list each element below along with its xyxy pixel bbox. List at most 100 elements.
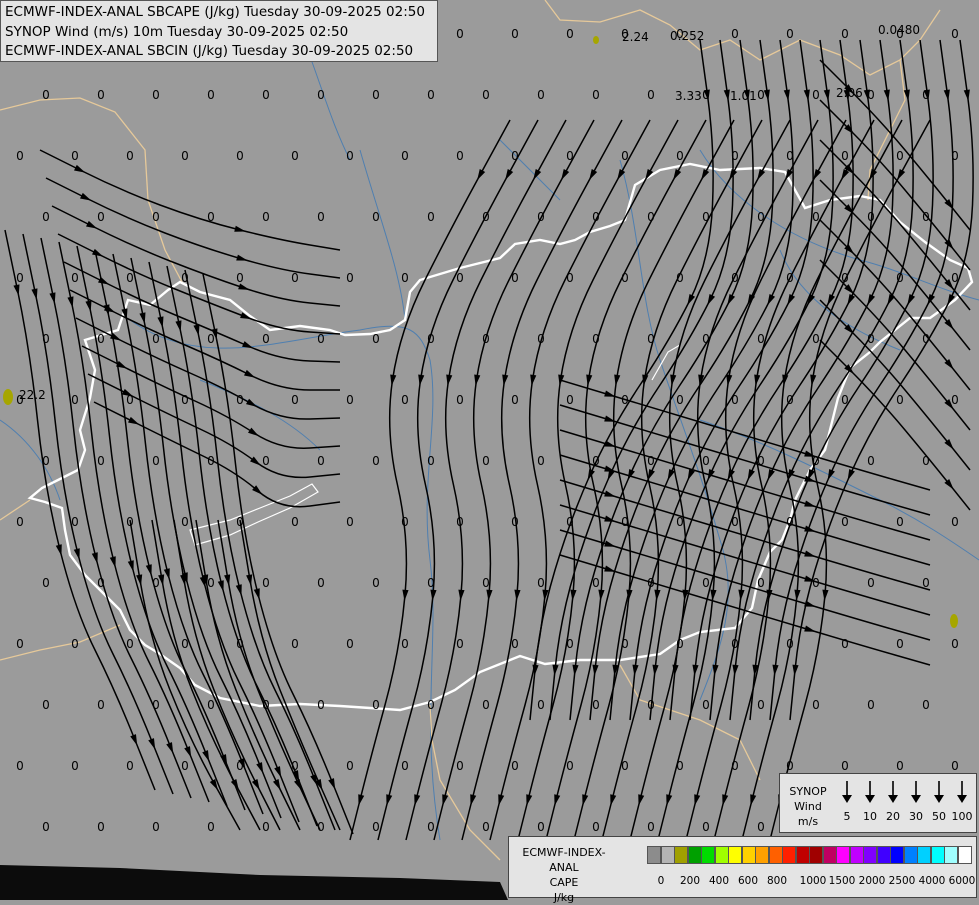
- cin-zero-label: 0: [427, 210, 435, 224]
- cin-zero-label: 0: [71, 637, 79, 651]
- wind-legend-item: 10: [859, 780, 881, 823]
- station-marker: [593, 36, 599, 44]
- cin-zero-label: 0: [922, 210, 930, 224]
- cin-zero-label: 0: [757, 88, 765, 102]
- cin-zero-label: 0: [97, 576, 105, 590]
- cin-zero-label: 0: [786, 393, 794, 407]
- cin-zero-label: 0: [786, 515, 794, 529]
- cin-zero-label: 0: [511, 759, 519, 773]
- cin-zero-label: 0: [537, 454, 545, 468]
- cin-zero-label: 0: [97, 332, 105, 346]
- cin-zero-label: 0: [951, 759, 959, 773]
- cin-zero-label: 0: [152, 210, 160, 224]
- cin-zero-label: 0: [566, 393, 574, 407]
- cin-zero-label: 0: [702, 820, 710, 834]
- wind-legend-value: 10: [863, 810, 877, 823]
- cin-zero-label: 0: [702, 88, 710, 102]
- wind-legend-title: SYNOP Wind m/s: [789, 785, 827, 828]
- cin-zero-label: 0: [372, 210, 380, 224]
- cin-zero-label: 0: [236, 515, 244, 529]
- cin-zero-label: 0: [812, 88, 820, 102]
- cin-zero-label: 0: [482, 698, 490, 712]
- cin-zero-label: 0: [676, 759, 684, 773]
- cin-zero-label: 0: [482, 88, 490, 102]
- cin-zero-label: 0: [786, 271, 794, 285]
- map-title-box: ECMWF-INDEX-ANAL SBCAPE (J/kg) Tuesday 3…: [0, 0, 438, 62]
- cin-zero-label: 0: [42, 88, 50, 102]
- cin-zero-label: 0: [757, 820, 765, 834]
- cin-zero-label: 0: [126, 271, 134, 285]
- cin-zero-label: 0: [126, 515, 134, 529]
- cin-zero-label: 0: [16, 637, 24, 651]
- cin-zero-label: 0: [731, 515, 739, 529]
- wind-legend-item: 5: [836, 780, 858, 823]
- cin-zero-label: 0: [97, 698, 105, 712]
- cin-zero-label: 0: [181, 271, 189, 285]
- cin-zero-label: 0: [317, 210, 325, 224]
- cin-zero-label: 0: [867, 576, 875, 590]
- cin-zero-label: 0: [346, 271, 354, 285]
- cin-zero-label: 0: [42, 332, 50, 346]
- cin-zero-label: 0: [317, 698, 325, 712]
- cin-zero-label: 0: [427, 454, 435, 468]
- cin-zero-label: 0: [16, 271, 24, 285]
- cin-zero-label: 0: [621, 393, 629, 407]
- cin-zero-label: 0: [427, 698, 435, 712]
- cape-color-swatch: [863, 846, 877, 864]
- cin-zero-label: 0: [922, 698, 930, 712]
- cin-zero-label: 0: [71, 149, 79, 163]
- cin-zero-label: 0: [592, 820, 600, 834]
- cin-zero-label: 0: [16, 515, 24, 529]
- cin-zero-label: 0: [896, 271, 904, 285]
- cin-zero-label: 0: [566, 515, 574, 529]
- cin-zero-label: 0: [592, 332, 600, 346]
- cin-zero-label: 0: [207, 454, 215, 468]
- cin-zero-label: 0: [16, 759, 24, 773]
- cin-zero-label: 0: [676, 515, 684, 529]
- cin-zero-label: 0: [592, 698, 600, 712]
- wind-arrow-icon: [888, 781, 898, 803]
- cin-zero-label: 0: [71, 271, 79, 285]
- cin-zero-label: 0: [372, 88, 380, 102]
- cin-zero-label: 0: [647, 332, 655, 346]
- cin-zero-label: 0: [592, 454, 600, 468]
- cin-zero-label: 0: [456, 515, 464, 529]
- cin-zero-label: 0: [951, 149, 959, 163]
- cape-color-swatch: [701, 846, 715, 864]
- cin-zero-label: 0: [181, 637, 189, 651]
- cape-color-swatch: [930, 846, 945, 864]
- cin-zero-label: 0: [841, 271, 849, 285]
- wind-legend-value: 100: [951, 810, 973, 823]
- cin-zero-label: 0: [42, 820, 50, 834]
- cin-zero-label: 0: [676, 393, 684, 407]
- cin-zero-label: 0: [647, 88, 655, 102]
- cin-zero-label: 0: [372, 576, 380, 590]
- cin-zero-label: 0: [372, 454, 380, 468]
- cin-zero-label: 0: [207, 576, 215, 590]
- cin-zero-label: 0: [482, 454, 490, 468]
- cin-zero-label: 0: [592, 88, 600, 102]
- cin-zero-label: 0: [841, 149, 849, 163]
- cin-zero-label: 0: [757, 210, 765, 224]
- cape-color-swatch: [944, 846, 958, 864]
- cin-zero-label: 0: [71, 759, 79, 773]
- cin-zero-label: 0: [346, 637, 354, 651]
- cin-zero-label: 0: [731, 759, 739, 773]
- cape-color-swatch: [714, 846, 729, 864]
- cin-zero-label: 0: [867, 332, 875, 346]
- cin-zero-label: 0: [702, 454, 710, 468]
- cin-zero-label: 0: [566, 271, 574, 285]
- cin-zero-label: 0: [262, 454, 270, 468]
- cin-zero-label: 0: [867, 210, 875, 224]
- cape-color-swatch: [809, 846, 823, 864]
- cin-zero-label: 0: [867, 454, 875, 468]
- cin-zero-label: 0: [621, 271, 629, 285]
- cin-zero-label: 0: [537, 210, 545, 224]
- cin-zero-label: 0: [867, 698, 875, 712]
- station-marker: [950, 614, 958, 628]
- title-line-cin: ECMWF-INDEX-ANAL SBCIN (J/kg) Tuesday 30…: [5, 43, 414, 59]
- cape-scale-tick: 2000: [858, 875, 886, 887]
- cin-zero-label: 0: [126, 393, 134, 407]
- cin-zero-label: 0: [702, 210, 710, 224]
- cin-zero-label: 0: [951, 637, 959, 651]
